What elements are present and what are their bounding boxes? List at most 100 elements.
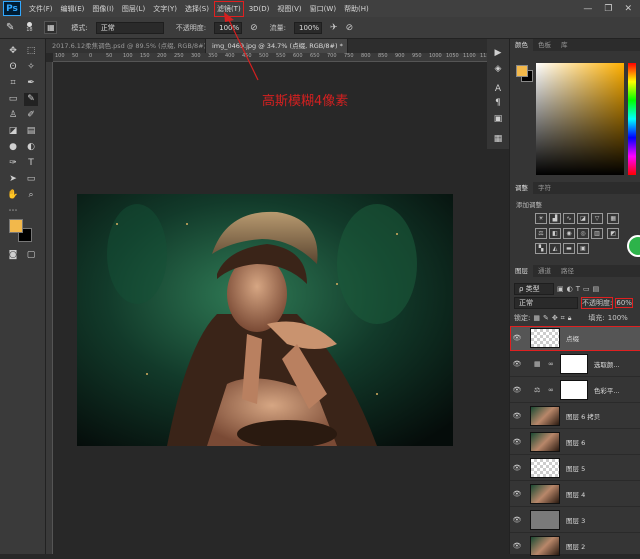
layer-opacity-value[interactable]: 60% xyxy=(615,298,633,308)
eyedropper-tool-icon[interactable]: ✒ xyxy=(24,77,38,90)
dodge-tool-icon[interactable]: ◐ xyxy=(24,141,38,154)
eye-icon[interactable]: 👁︎ xyxy=(510,412,524,420)
paragraph-panel-icon[interactable]: ¶ xyxy=(491,97,505,110)
tab-character[interactable]: 字符 xyxy=(533,182,556,194)
eye-icon[interactable]: 👁︎ xyxy=(510,386,524,394)
menu-edit[interactable]: 编辑(E) xyxy=(61,4,85,14)
lock-pixels-icon[interactable]: ✎ xyxy=(543,314,549,322)
pressure-size-icon[interactable]: ⊘ xyxy=(346,23,354,33)
blend-mode-select[interactable]: 正常 xyxy=(514,297,578,309)
invert-icon[interactable]: ◩ xyxy=(607,228,620,239)
tab-psd[interactable]: 2017.6.12柔焦调色.psd @ 89.5% (点缀, RGB/8#) * xyxy=(46,39,206,53)
menu-file[interactable]: 文件(F) xyxy=(29,4,53,14)
filter-type-icon[interactable]: T xyxy=(576,285,580,293)
brush-tool-button-icon[interactable]: ✎ xyxy=(24,93,38,106)
exposure-icon[interactable]: ◪ xyxy=(577,213,589,224)
tab-swatches[interactable]: 色板 xyxy=(533,39,556,51)
layer-row[interactable]: 👁︎ 图层 6 xyxy=(510,430,640,455)
eye-icon[interactable]: 👁︎ xyxy=(510,360,524,368)
tab-layers[interactable]: 图层 xyxy=(510,265,533,277)
properties-panel-icon[interactable]: ▣ xyxy=(491,113,505,126)
layer-row[interactable]: 👁︎ ▦ ∞ 选取颜... xyxy=(510,352,640,377)
menu-help[interactable]: 帮助(H) xyxy=(344,4,369,14)
screen-mode-icon[interactable]: ▢ xyxy=(24,249,38,262)
menu-view[interactable]: 视图(V) xyxy=(277,4,301,14)
tab-paths[interactable]: 路径 xyxy=(556,265,579,277)
color-lookup-icon[interactable]: ▥ xyxy=(591,228,603,239)
photo-filter-icon[interactable]: ◉ xyxy=(563,228,575,239)
lock-all-icon[interactable]: 🔒︎ xyxy=(568,314,572,323)
marquee-tool-icon[interactable]: ⬚ xyxy=(24,45,38,58)
hue-saturation-icon[interactable]: ▦ xyxy=(607,213,620,224)
filter-shape-icon[interactable]: ▭ xyxy=(583,285,590,293)
color-balance-icon[interactable]: ⚖ xyxy=(535,228,547,239)
vibrance-icon[interactable]: ▽ xyxy=(591,213,603,224)
history-panel-icon[interactable]: ▶ xyxy=(491,47,505,60)
brush-tool-icon[interactable]: ✎ xyxy=(6,22,14,33)
hand-tool-icon[interactable]: ✋ xyxy=(6,189,20,202)
black-white-icon[interactable]: ◧ xyxy=(549,228,561,239)
gradient-map-icon[interactable]: ▬ xyxy=(563,243,575,254)
channel-mixer-icon[interactable]: ◎ xyxy=(577,228,589,239)
eye-icon[interactable]: 👁︎ xyxy=(510,438,524,446)
fill-value[interactable]: 100% xyxy=(608,314,628,322)
posterize-icon[interactable]: ▚ xyxy=(535,243,547,254)
eraser-tool-icon[interactable]: ◪ xyxy=(6,125,20,138)
eye-icon[interactable]: 👁︎ xyxy=(510,542,524,550)
eye-icon[interactable]: 👁︎ xyxy=(510,516,524,524)
layer-row[interactable]: 👁︎ 图层 5 xyxy=(510,456,640,481)
path-select-tool-icon[interactable]: ➤ xyxy=(6,173,20,186)
layer-row[interactable]: 👁︎ 图层 3 xyxy=(510,508,640,533)
gradient-tool-icon[interactable]: ▤ xyxy=(24,125,38,138)
filter-pixel-icon[interactable]: ▣ xyxy=(557,285,564,293)
tab-libraries[interactable]: 库 xyxy=(556,39,573,51)
levels-icon[interactable]: ▟ xyxy=(549,213,561,224)
lock-position-icon[interactable]: ✥ xyxy=(552,314,558,322)
tab-color[interactable]: 颜色 xyxy=(510,39,533,51)
blur-tool-icon[interactable]: ● xyxy=(6,141,20,154)
brush-panel-icon[interactable]: ▦ xyxy=(44,21,58,34)
menu-layer[interactable]: 图层(L) xyxy=(122,4,145,14)
swatch-panel-icon[interactable]: ◈ xyxy=(491,63,505,76)
tab-adjustments[interactable]: 调整 xyxy=(510,182,533,194)
floating-badge-icon[interactable] xyxy=(627,235,640,257)
foreground-color-swatch[interactable] xyxy=(9,219,23,233)
layer-comps-icon[interactable]: ▦ xyxy=(491,133,505,146)
menu-image[interactable]: 图像(I) xyxy=(92,4,114,14)
brightness-icon[interactable]: ☀ xyxy=(535,213,547,224)
layer-row[interactable]: 👁︎ 图层 6 拷贝 xyxy=(510,404,640,429)
eye-icon[interactable]: 👁︎ xyxy=(510,490,524,498)
move-tool-icon[interactable]: ✥ xyxy=(6,45,20,58)
layer-row[interactable]: 👁︎ 图层 4 xyxy=(510,482,640,507)
brush-preset-picker[interactable]: 18 xyxy=(22,22,36,33)
magic-wand-tool-icon[interactable]: ✧ xyxy=(24,61,38,74)
minimize-button[interactable]: — xyxy=(583,4,592,14)
curves-icon[interactable]: ∿ xyxy=(563,213,575,224)
layer-row[interactable]: 👁︎ 点缀 xyxy=(510,326,640,351)
menu-type[interactable]: 文字(Y) xyxy=(153,4,177,14)
type-tool-icon[interactable]: T xyxy=(24,157,38,170)
close-button[interactable]: ✕ xyxy=(624,4,632,14)
filter-smart-icon[interactable]: ▤ xyxy=(593,285,600,293)
restore-button[interactable]: ❐ xyxy=(604,4,612,14)
eye-icon[interactable]: 👁︎ xyxy=(510,464,524,472)
layer-kind-select[interactable]: ρ 类型 xyxy=(514,283,554,295)
selective-color-icon[interactable]: ▣ xyxy=(577,243,589,254)
airbrush-icon[interactable]: ✈ xyxy=(330,23,338,33)
filter-adjust-icon[interactable]: ◐ xyxy=(567,285,573,293)
lasso-tool-icon[interactable]: ʘ xyxy=(6,61,20,74)
flow-input[interactable]: 100% xyxy=(294,21,323,34)
layer-row[interactable]: 👁︎ 图层 2 xyxy=(510,534,640,559)
threshold-icon[interactable]: ◭ xyxy=(549,243,561,254)
shape-tool-icon[interactable]: ▭ xyxy=(24,173,38,186)
history-brush-tool-icon[interactable]: ✐ xyxy=(24,109,38,122)
quick-mask-icon[interactable]: ◙ xyxy=(6,249,20,262)
photo-canvas[interactable] xyxy=(77,194,453,446)
crop-tool-icon[interactable]: ⌗ xyxy=(6,77,20,90)
lock-artboard-icon[interactable]: ⌗ xyxy=(561,314,565,323)
character-panel-icon[interactable]: A xyxy=(491,83,505,96)
menu-window[interactable]: 窗口(W) xyxy=(310,4,336,14)
color-picker-field[interactable] xyxy=(536,63,624,175)
mode-select[interactable]: 正常 xyxy=(95,21,164,34)
lock-transparent-icon[interactable]: ▦ xyxy=(533,314,540,322)
